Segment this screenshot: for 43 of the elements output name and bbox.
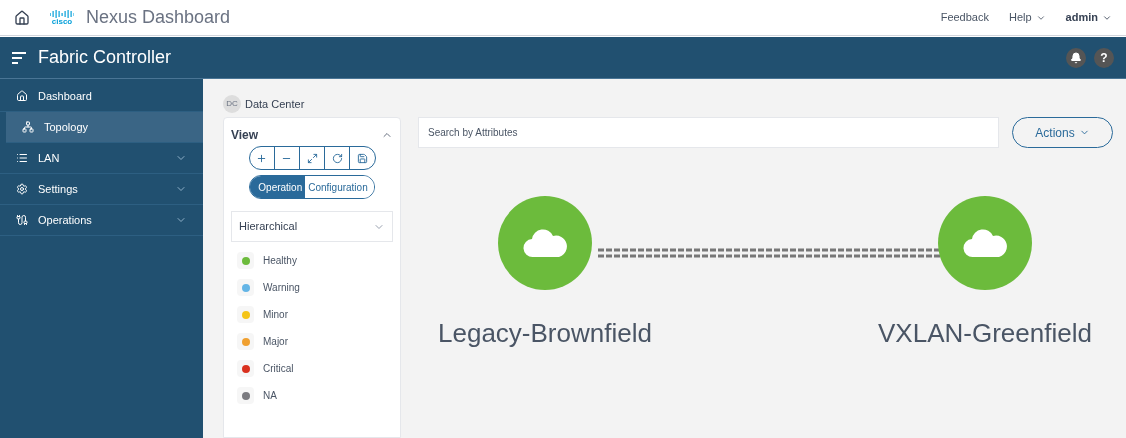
sidebar-label: Operations <box>38 212 92 228</box>
top-menu-link[interactable]: Help <box>1008 9 1046 26</box>
search-field[interactable]: Search by Attributes <box>418 117 999 148</box>
notification-button[interactable] <box>1066 47 1086 68</box>
logo: cisco <box>50 9 74 26</box>
top-menu-link[interactable]: Feedback <box>940 9 989 26</box>
legend-label: Minor <box>263 308 288 322</box>
expand-icon <box>306 152 318 164</box>
sidebar-label: Topology <box>44 119 89 135</box>
plus-icon <box>256 152 268 164</box>
cloud-icon <box>962 228 1007 258</box>
save-icon <box>356 152 368 164</box>
network-icon <box>22 121 34 133</box>
gear-icon <box>16 183 28 195</box>
top-menu-link[interactable]: admin <box>1065 9 1112 26</box>
home-icon[interactable] <box>14 9 30 26</box>
node-label: VXLAN-Greenfield <box>878 317 1092 350</box>
legend-label: Major <box>263 335 288 349</box>
legend-label: Healthy <box>263 254 297 268</box>
plug-icon <box>16 214 28 226</box>
bell-icon <box>1070 51 1082 64</box>
menu-icon[interactable] <box>12 51 26 64</box>
mode-tab[interactable]: Configuration <box>305 176 374 198</box>
sidebar-item[interactable]: Topology <box>6 112 203 143</box>
legend-label: Critical <box>263 362 294 376</box>
cloud-icon <box>522 228 567 258</box>
node-label: Legacy-Brownfield <box>438 317 652 350</box>
list-icon <box>16 152 28 164</box>
header-title: Fabric Controller <box>38 46 172 69</box>
refresh-icon <box>331 152 343 164</box>
help-button[interactable]: ? <box>1094 47 1114 68</box>
sidebar-label: Settings <box>38 181 78 197</box>
avatar: DC <box>223 95 241 113</box>
panel-title: View <box>231 127 259 144</box>
sidebar-label: LAN <box>38 150 60 166</box>
breadcrumb: Data Center <box>245 96 305 112</box>
sidebar-label: Dashboard <box>38 88 92 104</box>
legend-label: NA <box>263 389 277 403</box>
home-icon <box>16 90 28 102</box>
app-title: Nexus Dashboard <box>86 6 231 29</box>
legend-label: Warning <box>263 281 300 295</box>
layout-select[interactable]: Hierarchical <box>231 211 393 242</box>
mode-tab[interactable]: Operation <box>250 176 306 198</box>
